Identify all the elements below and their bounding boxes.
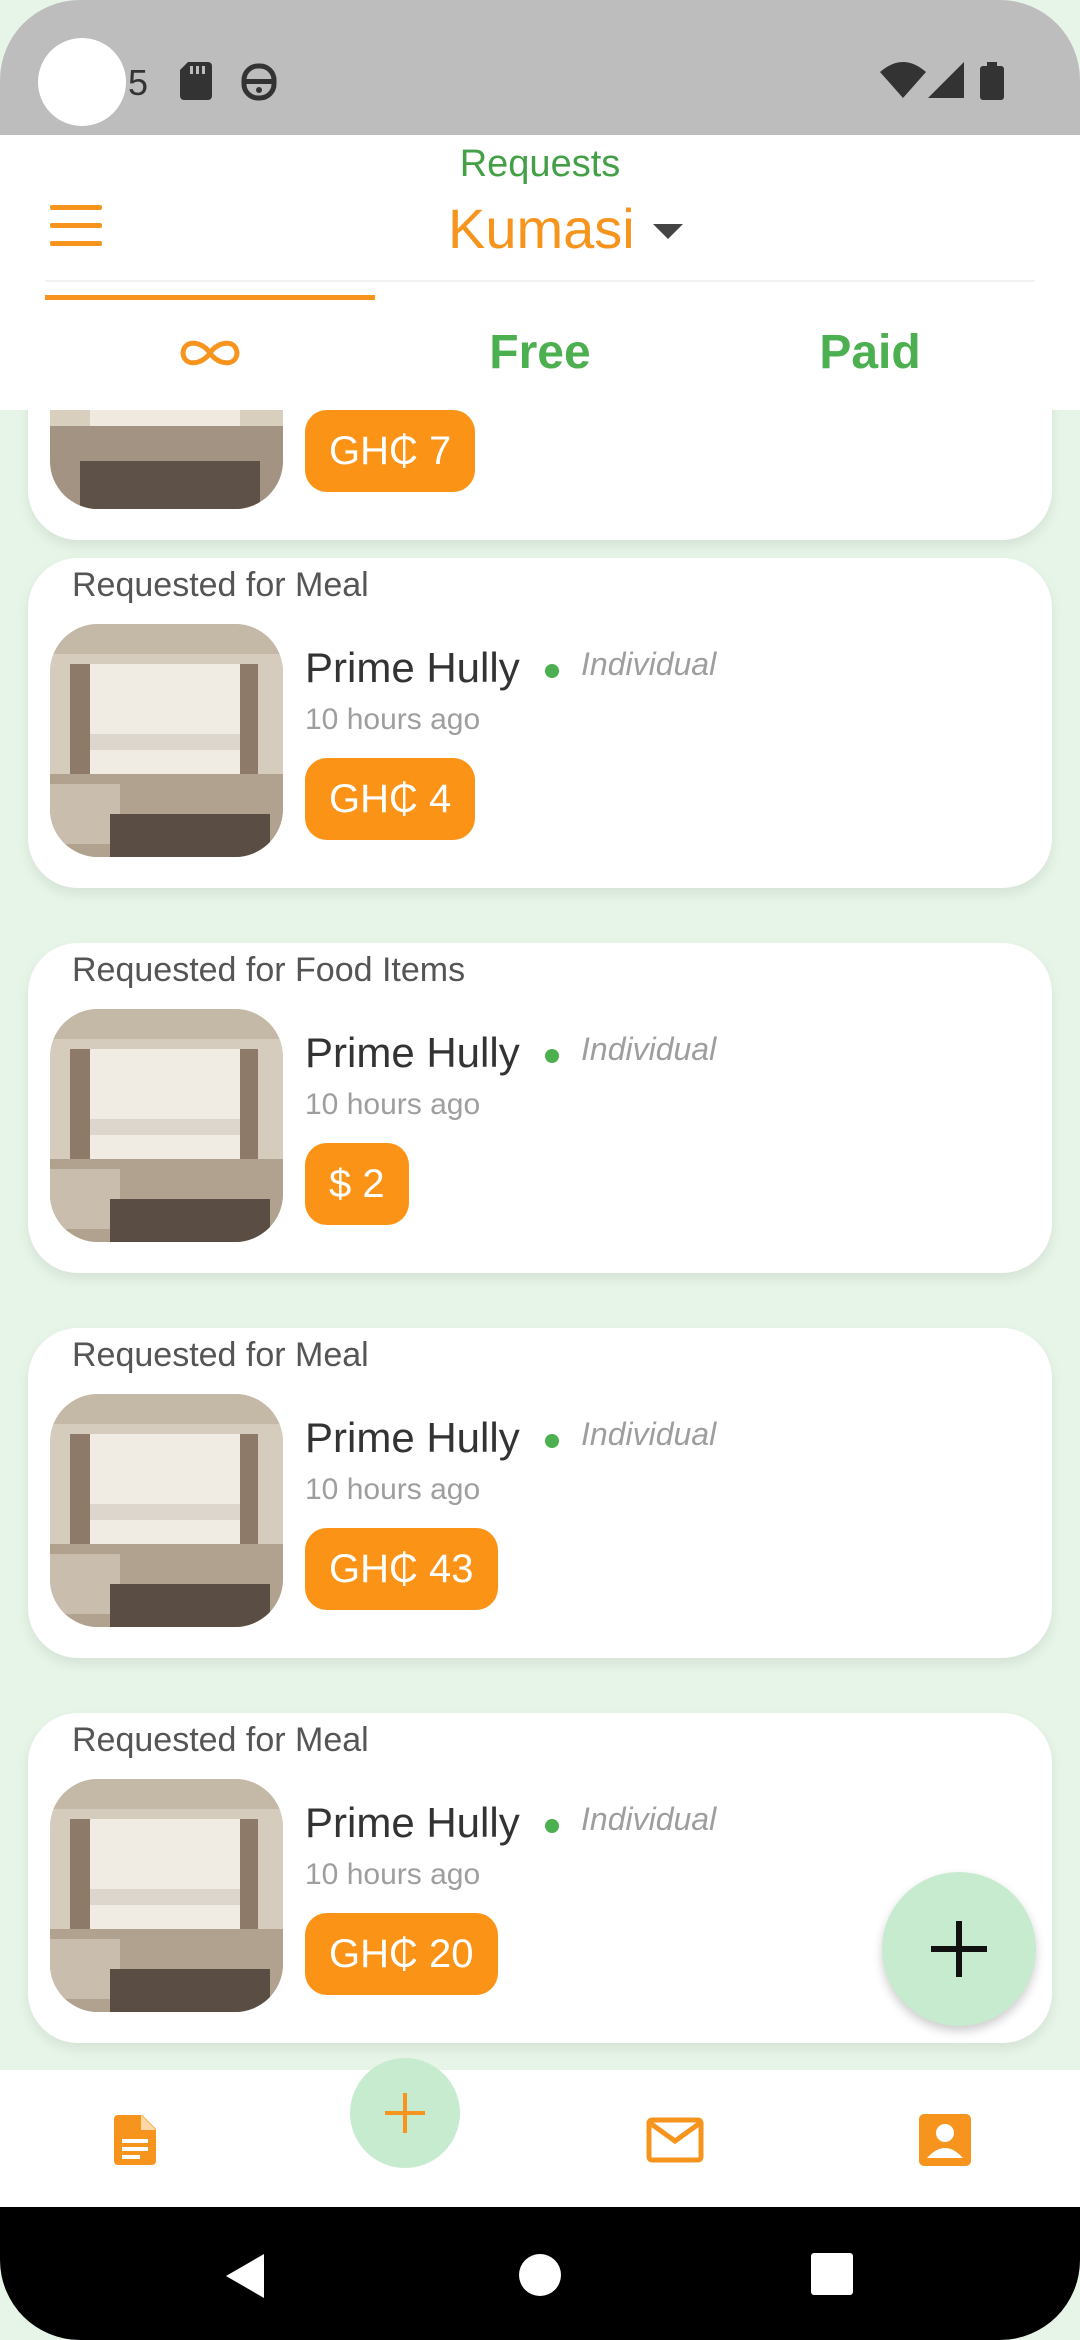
city-name: Kumasi [448,196,635,260]
request-time: 10 hours ago [305,703,481,736]
request-thumbnail [50,1779,283,2012]
document-icon [114,2115,156,2165]
room-image [50,1779,283,2012]
request-card[interactable]: Requested for Food Items Prime Hully Ind… [28,943,1052,1273]
nav-add-button[interactable] [350,2058,460,2168]
robot-icon [241,63,277,101]
account-type: Individual [581,1801,717,1837]
add-icon [385,2093,425,2133]
add-request-fab[interactable] [882,1872,1036,2026]
account-type: Individual [581,646,717,682]
online-status-dot [545,1049,559,1063]
request-time: 10 hours ago [305,1088,481,1121]
price-badge[interactable]: GH₵ 4 [305,758,476,840]
room-image [50,624,283,857]
infinity-icon [180,340,240,365]
request-thumbnail [50,624,283,857]
request-heading: Requested for Meal [72,1721,369,1759]
request-time: 10 hours ago [305,1473,481,1506]
recents-icon[interactable] [811,2253,853,2295]
home-icon[interactable] [518,2253,562,2297]
request-card[interactable]: GH₵ 7 [28,410,1052,540]
request-card[interactable]: Requested for Meal Prime Hully Individua… [28,558,1052,888]
request-thumbnail [50,1394,283,1627]
filter-tabs: Free Paid [45,295,1035,410]
back-icon[interactable] [222,2252,266,2300]
tab-all[interactable] [45,295,375,410]
page-title: Requests [459,143,621,185]
status-bar: 5 [0,0,1080,135]
requester-name: Prime Hully [305,1029,520,1076]
room-image [50,1394,283,1627]
price-badge[interactable]: GH₵ 7 [305,410,476,492]
wifi-icon [880,62,926,98]
requester-name: Prime Hully [305,644,520,691]
mail-icon [646,2117,704,2163]
camera-cutout [38,38,126,126]
hamburger-line [50,223,102,228]
city-dropdown[interactable]: Kumasi [448,193,683,263]
request-heading: Requested for Food Items [72,951,466,989]
requester-name: Prime Hully [305,1414,520,1461]
request-list: GH₵ 7 Requested for Meal Prime Hully Ind… [0,410,1080,2070]
request-thumbnail [50,1009,283,1242]
sd-card-icon [180,62,212,100]
request-thumbnail [50,410,283,509]
request-card[interactable]: Requested for Meal Prime Hully Individua… [28,1328,1052,1658]
online-status-dot [545,1434,559,1448]
room-image [50,410,283,509]
account-type: Individual [581,1416,717,1452]
tab-paid[interactable]: Paid [705,295,1035,410]
price-badge[interactable]: $ 2 [305,1143,409,1225]
chevron-down-icon [652,223,683,239]
bottom-navigation [0,2070,1080,2207]
online-status-dot [545,1819,559,1833]
account-type: Individual [581,1031,717,1067]
nav-profile[interactable] [905,2100,985,2180]
plus-icon [931,1921,987,1977]
battery-icon [980,62,1004,100]
nav-messages[interactable] [635,2100,715,2180]
price-badge[interactable]: GH₵ 43 [305,1528,498,1610]
hamburger-menu-icon [50,205,102,210]
price-badge[interactable]: GH₵ 20 [305,1913,498,1995]
online-status-dot [545,664,559,678]
tab-free[interactable]: Free [375,295,705,410]
request-time: 10 hours ago [305,1858,481,1891]
system-navigation-bar [0,2207,1080,2340]
header-divider [45,280,1035,282]
nav-requests[interactable] [95,2100,175,2180]
room-image [50,1009,283,1242]
app-header: Requests Kumasi Free Paid [0,135,1080,410]
menu-button[interactable] [50,205,106,249]
notification-count: 5 [128,62,149,103]
requester-name: Prime Hully [305,1799,520,1846]
hamburger-line [50,241,102,246]
request-heading: Requested for Meal [72,566,369,604]
request-heading: Requested for Meal [72,1336,369,1374]
signal-icon [928,62,964,98]
account-icon [919,2114,971,2166]
